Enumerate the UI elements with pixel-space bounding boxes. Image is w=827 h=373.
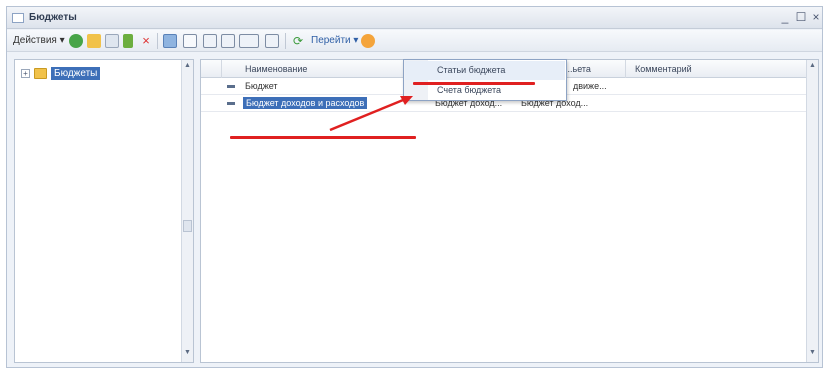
toolbar-separator [157, 33, 158, 49]
help-icon[interactable] [361, 34, 375, 48]
menu-item-budget-items[interactable]: Статьи бюджета [405, 61, 565, 80]
minimize-button[interactable]: _ [779, 10, 791, 24]
sort-icon[interactable] [239, 34, 259, 48]
goto-dropdown-menu: Статьи бюджета Счета бюджета [403, 59, 567, 101]
window-title: Бюджеты [29, 12, 77, 23]
actions-menu-button[interactable]: Действия ▾ [13, 35, 65, 46]
folder-icon [34, 68, 47, 79]
folder-add-icon[interactable] [87, 34, 101, 48]
refresh-icon[interactable]: ⟳ [291, 34, 305, 48]
tree-icon[interactable] [163, 34, 177, 48]
window-icon [12, 13, 24, 23]
expand-icon[interactable]: + [21, 69, 30, 78]
cell-name-selected[interactable]: Бюджет доходов и расходов [243, 97, 368, 109]
copy-icon[interactable] [105, 34, 119, 48]
list-scrollbar[interactable]: ▲ ▼ [806, 60, 818, 362]
menu-item-label: Статьи бюджета [437, 65, 506, 75]
scroll-up-icon[interactable]: ▲ [807, 62, 818, 73]
scroll-down-icon[interactable]: ▼ [807, 349, 818, 360]
filter-options-icon[interactable] [265, 34, 279, 48]
filter-clear-icon[interactable] [221, 34, 235, 48]
scroll-thumb[interactable] [183, 220, 192, 232]
column-header-budget-items[interactable]: ...ьета [565, 64, 591, 74]
annotation-underline [230, 136, 416, 139]
search-icon[interactable] [183, 34, 197, 48]
edit-icon[interactable] [123, 34, 133, 48]
toolbar-separator [285, 33, 286, 49]
tree-scrollbar[interactable]: ▲ ▼ [181, 60, 193, 362]
menu-item-label: Счета бюджета [437, 85, 502, 95]
tree-panel: + Бюджеты ▲ ▼ [14, 59, 194, 363]
maximize-button[interactable]: ☐ [795, 10, 807, 24]
filter-icon[interactable] [203, 34, 217, 48]
list-panel: Наименование ...ьета Комментарий Бюджет … [200, 59, 819, 363]
scroll-up-icon[interactable]: ▲ [182, 62, 193, 73]
goto-menu-button[interactable]: Перейти ▾ [311, 35, 358, 46]
column-divider [221, 60, 222, 78]
column-header-name[interactable]: Наименование [245, 64, 307, 74]
title-bar: Бюджеты _ ☐ × [7, 7, 822, 29]
add-icon[interactable] [69, 34, 83, 48]
element-icon [227, 102, 235, 105]
column-header-comment[interactable]: Комментарий [635, 64, 692, 74]
cell-col3: движе... [573, 81, 607, 91]
cell-name: Бюджет [245, 81, 278, 91]
close-button[interactable]: × [810, 10, 822, 24]
toolbar: Действия ▾ × ⟳ Перейти ▾ [7, 30, 822, 52]
scroll-down-icon[interactable]: ▼ [182, 349, 193, 360]
tree-item-label[interactable]: Бюджеты [51, 67, 101, 80]
delete-icon[interactable]: × [139, 34, 153, 48]
column-divider [625, 60, 626, 78]
element-icon [227, 85, 235, 88]
annotation-underline [413, 82, 535, 85]
